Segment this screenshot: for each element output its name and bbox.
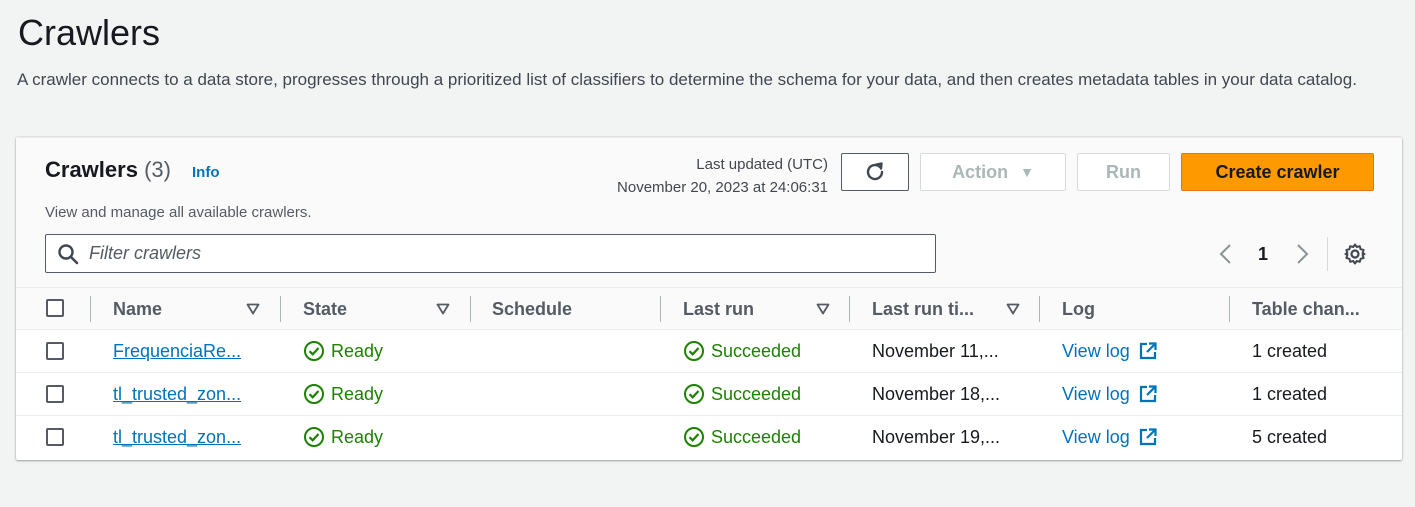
column-divider (660, 296, 661, 322)
search-icon (58, 244, 79, 265)
action-dropdown[interactable]: Action ▼ (920, 153, 1066, 191)
check-circle-icon (684, 427, 704, 447)
panel-header: Crawlers (3) Info View and manage all av… (16, 137, 1402, 287)
view-log-link[interactable]: View log (1062, 373, 1158, 415)
search-input[interactable] (89, 235, 919, 272)
info-link[interactable]: Info (192, 164, 220, 181)
panel-description: View and manage all available crawlers. (45, 204, 312, 221)
chevron-left-icon[interactable] (1216, 242, 1236, 266)
table-changes-cell: 1 created (1252, 340, 1328, 361)
state-cell: Ready (303, 330, 383, 372)
last-run-time-cell: November 19,... (872, 426, 1001, 447)
crawler-name-link[interactable]: tl_trusted_zon... (113, 384, 241, 405)
refresh-button[interactable] (841, 153, 909, 191)
view-log-label: View log (1062, 426, 1130, 447)
column-header-name-label: Name (113, 298, 163, 319)
last-run-cell: Succeeded (683, 416, 801, 458)
gear-icon[interactable] (1343, 242, 1367, 266)
table-row: tl_trusted_zon... Ready Succeeded Novemb… (16, 416, 1402, 459)
check-circle-icon (684, 341, 704, 361)
column-header-last-run-time-label: Last run ti... (872, 298, 975, 319)
last-run-cell: Succeeded (683, 330, 801, 372)
check-circle-icon (304, 341, 324, 361)
column-divider (280, 296, 281, 322)
column-header-table-changes[interactable]: Table chan... (1252, 288, 1360, 330)
panel-title-text: Crawlers (45, 157, 138, 182)
column-divider (1039, 296, 1040, 322)
pagination-divider (1327, 237, 1328, 271)
table-changes-cell: 5 created (1252, 426, 1328, 447)
last-run-text: Succeeded (711, 426, 802, 447)
external-link-icon (1139, 428, 1157, 446)
column-header-last-run-time[interactable]: Last run ti... (872, 288, 974, 330)
check-circle-icon (304, 384, 324, 404)
last-updated-label: Last updated (UTC) (696, 156, 828, 173)
sort-icon[interactable] (816, 303, 830, 315)
select-all-checkbox[interactable] (46, 299, 64, 317)
caret-down-icon: ▼ (1020, 164, 1034, 180)
column-header-log[interactable]: Log (1062, 288, 1095, 330)
last-run-text: Succeeded (711, 383, 802, 404)
view-log-link[interactable]: View log (1062, 330, 1158, 372)
table-row: FrequenciaRe... Ready Succeeded November… (16, 330, 1402, 373)
refresh-icon (866, 162, 884, 181)
column-header-state-label: State (303, 298, 348, 319)
page-title: Crawlers (18, 12, 161, 53)
row-checkbox[interactable] (46, 385, 64, 403)
external-link-icon (1139, 385, 1157, 403)
last-run-time-cell: November 18,... (872, 383, 1001, 404)
column-header-last-run[interactable]: Last run (683, 288, 754, 330)
column-header-name[interactable]: Name (113, 288, 162, 330)
crawlers-panel: Crawlers (3) Info View and manage all av… (16, 137, 1402, 460)
check-circle-icon (684, 384, 704, 404)
sort-icon[interactable] (436, 303, 450, 315)
external-link-icon (1139, 342, 1157, 360)
last-updated-value: November 20, 2023 at 24:06:31 (617, 179, 828, 196)
column-header-last-run-label: Last run (683, 298, 755, 319)
view-log-label: View log (1062, 340, 1130, 361)
table-changes-cell: 1 created (1252, 383, 1328, 404)
column-divider (1229, 296, 1230, 322)
state-cell: Ready (303, 373, 383, 415)
table-header: Name State Schedule Last run Last run ti… (16, 287, 1402, 330)
column-divider (90, 296, 91, 322)
last-run-cell: Succeeded (683, 373, 801, 415)
crawler-name-link[interactable]: tl_trusted_zon... (113, 427, 241, 448)
sort-icon[interactable] (246, 303, 260, 315)
state-text: Ready (331, 340, 384, 361)
last-run-text: Succeeded (711, 340, 802, 361)
run-button[interactable]: Run (1077, 153, 1170, 191)
state-cell: Ready (303, 416, 383, 458)
view-log-link[interactable]: View log (1062, 416, 1158, 458)
view-log-label: View log (1062, 383, 1130, 404)
page-number[interactable]: 1 (1258, 244, 1268, 265)
check-circle-icon (304, 427, 324, 447)
row-checkbox[interactable] (46, 428, 64, 446)
sort-icon[interactable] (1006, 303, 1020, 315)
column-header-schedule-label: Schedule (492, 298, 573, 319)
panel-title: Crawlers (3) (45, 157, 171, 183)
column-header-table-changes-label: Table chan... (1252, 298, 1360, 319)
row-checkbox[interactable] (46, 342, 64, 360)
column-divider (470, 296, 471, 322)
column-header-log-label: Log (1062, 298, 1095, 319)
last-updated: Last updated (UTC) November 20, 2023 at … (617, 153, 828, 199)
state-text: Ready (331, 383, 384, 404)
state-text: Ready (331, 426, 384, 447)
create-crawler-button[interactable]: Create crawler (1181, 153, 1374, 191)
column-header-state[interactable]: State (303, 288, 347, 330)
column-divider (849, 296, 850, 322)
filter-crawlers[interactable] (45, 234, 936, 273)
column-header-schedule[interactable]: Schedule (492, 288, 572, 330)
page-description: A crawler connects to a data store, prog… (17, 70, 1357, 89)
crawler-count: (3) (144, 157, 171, 182)
action-label: Action (952, 161, 1009, 182)
table-row: tl_trusted_zon... Ready Succeeded Novemb… (16, 373, 1402, 416)
last-run-time-cell: November 11,... (872, 340, 999, 361)
crawler-name-link[interactable]: FrequenciaRe... (113, 341, 241, 362)
chevron-right-icon[interactable] (1292, 242, 1312, 266)
